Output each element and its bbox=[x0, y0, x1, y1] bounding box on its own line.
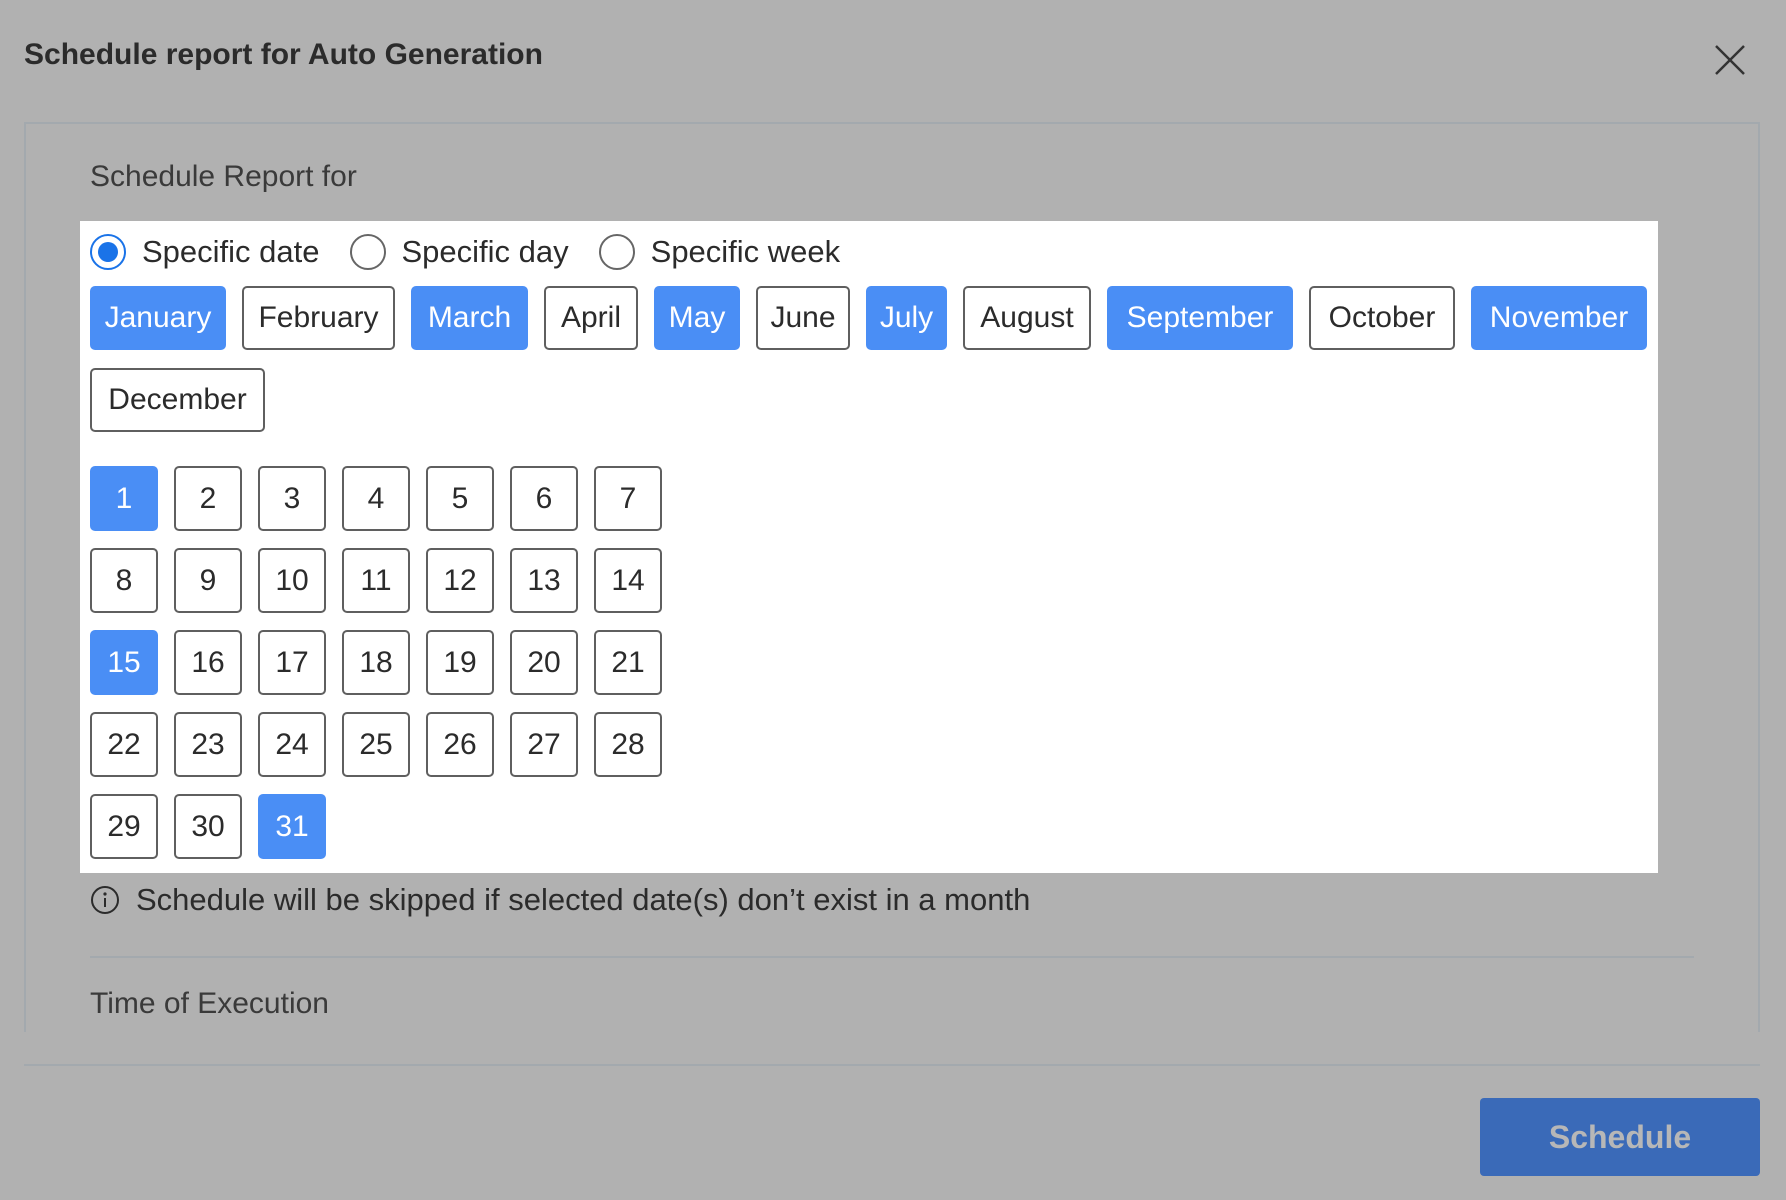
skip-info-text: Schedule will be skipped if selected dat… bbox=[136, 882, 1031, 917]
month-chip-august[interactable]: August bbox=[963, 286, 1091, 350]
month-chip-april[interactable]: April bbox=[544, 286, 638, 350]
month-chip-september[interactable]: September bbox=[1107, 286, 1293, 350]
date-chip-3[interactable]: 3 bbox=[258, 466, 326, 531]
date-chip-10[interactable]: 10 bbox=[258, 548, 326, 613]
radio-specific-week[interactable]: Specific week bbox=[598, 234, 841, 270]
date-chip-18[interactable]: 18 bbox=[342, 630, 410, 695]
date-chip-25[interactable]: 25 bbox=[342, 712, 410, 777]
skip-info-note: Schedule will be skipped if selected dat… bbox=[90, 880, 1030, 920]
time-of-execution-label: Time of Execution bbox=[90, 987, 329, 1020]
date-chip-9[interactable]: 9 bbox=[174, 548, 242, 613]
date-chip-29[interactable]: 29 bbox=[90, 794, 158, 859]
date-chip-17[interactable]: 17 bbox=[258, 630, 326, 695]
date-chip-20[interactable]: 20 bbox=[510, 630, 578, 695]
radio-circle-specific-day[interactable] bbox=[349, 234, 386, 270]
date-chip-26[interactable]: 26 bbox=[426, 712, 494, 777]
footer-divider bbox=[24, 1064, 1760, 1066]
date-chip-21[interactable]: 21 bbox=[594, 630, 662, 695]
month-chip-february[interactable]: February bbox=[242, 286, 395, 350]
date-chip-24[interactable]: 24 bbox=[258, 712, 326, 777]
date-chip-14[interactable]: 14 bbox=[594, 548, 662, 613]
date-chip-5[interactable]: 5 bbox=[426, 466, 494, 531]
date-chip-16[interactable]: 16 bbox=[174, 630, 242, 695]
schedule-report-for-label: Schedule Report for bbox=[90, 160, 357, 193]
month-chip-june[interactable]: June bbox=[756, 286, 850, 350]
date-chip-23[interactable]: 23 bbox=[174, 712, 242, 777]
month-chip-january[interactable]: January bbox=[90, 286, 226, 350]
month-chip-october[interactable]: October bbox=[1309, 286, 1455, 350]
radio-circle-specific-date[interactable] bbox=[90, 234, 126, 270]
date-chip-27[interactable]: 27 bbox=[510, 712, 578, 777]
month-chip-march[interactable]: March bbox=[411, 286, 528, 350]
radio-label-specific-day: Specific day bbox=[401, 234, 569, 269]
section-divider bbox=[90, 956, 1694, 958]
dialog-title: Schedule report for Auto Generation bbox=[24, 38, 543, 71]
date-chip-11[interactable]: 11 bbox=[342, 548, 410, 613]
date-chip-12[interactable]: 12 bbox=[426, 548, 494, 613]
date-chip-6[interactable]: 6 bbox=[510, 466, 578, 531]
date-chip-4[interactable]: 4 bbox=[342, 466, 410, 531]
close-icon[interactable] bbox=[1710, 40, 1750, 80]
date-chip-8[interactable]: 8 bbox=[90, 548, 158, 613]
month-chip-july[interactable]: July bbox=[866, 286, 947, 350]
month-chip-may[interactable]: May bbox=[654, 286, 740, 350]
date-chip-28[interactable]: 28 bbox=[594, 712, 662, 777]
date-chip-2[interactable]: 2 bbox=[174, 466, 242, 531]
date-chip-15[interactable]: 15 bbox=[90, 630, 158, 695]
schedule-button[interactable]: Schedule bbox=[1480, 1098, 1760, 1176]
date-chip-30[interactable]: 30 bbox=[174, 794, 242, 859]
date-chip-19[interactable]: 19 bbox=[426, 630, 494, 695]
close-button[interactable] bbox=[1710, 40, 1750, 80]
schedule-type-radio-group: Specific date Specific day Specific week bbox=[90, 232, 870, 272]
date-chip-1[interactable]: 1 bbox=[90, 466, 158, 531]
radio-label-specific-week: Specific week bbox=[650, 234, 841, 269]
radio-circle-specific-week[interactable] bbox=[598, 234, 635, 270]
month-chip-december[interactable]: December bbox=[90, 368, 265, 432]
radio-specific-date[interactable]: Specific date bbox=[90, 234, 320, 270]
date-chip-7[interactable]: 7 bbox=[594, 466, 662, 531]
date-chip-22[interactable]: 22 bbox=[90, 712, 158, 777]
radio-label-specific-date: Specific date bbox=[142, 234, 320, 269]
radio-specific-day[interactable]: Specific day bbox=[349, 234, 569, 270]
date-chip-31[interactable]: 31 bbox=[258, 794, 326, 859]
month-chip-november[interactable]: November bbox=[1471, 286, 1647, 350]
info-icon bbox=[91, 886, 119, 914]
date-chip-13[interactable]: 13 bbox=[510, 548, 578, 613]
